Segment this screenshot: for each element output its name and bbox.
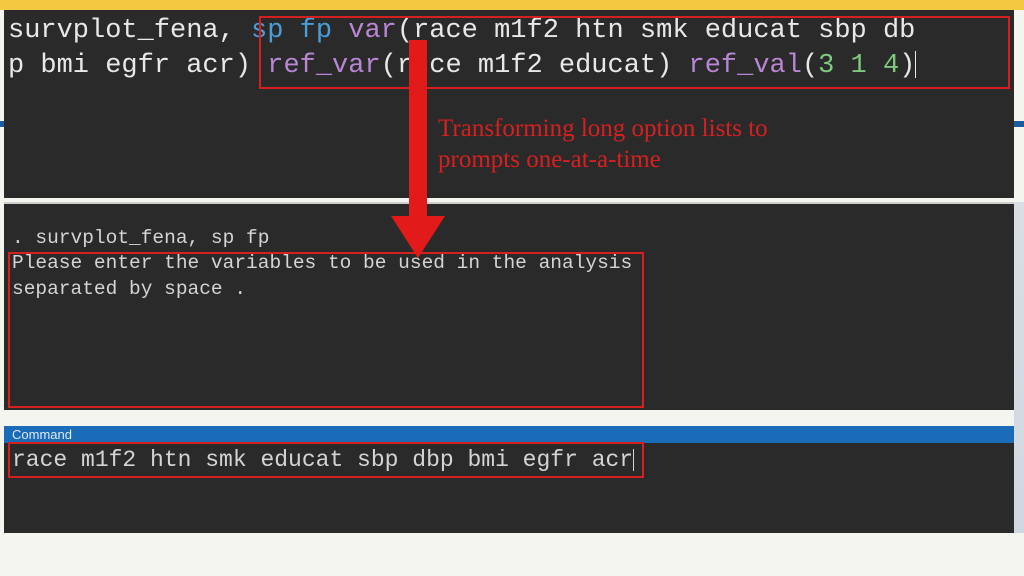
input-value: race m1f2 htn smk educat sbp dbp bmi egf… xyxy=(12,447,633,473)
refvar-close: ) xyxy=(656,51,672,81)
refval-open: ( xyxy=(802,51,818,81)
var-args-line2: p bmi egfr acr xyxy=(8,51,235,81)
code-line-1: survplot_fena, sp fp var(race m1f2 htn s… xyxy=(8,14,1010,49)
input-cursor-icon xyxy=(633,449,634,471)
slide-rule-right xyxy=(1014,121,1024,127)
message-line-2: separated by space . xyxy=(4,277,1014,302)
refval-close: ) xyxy=(899,51,915,81)
background-decoration xyxy=(1014,202,1024,533)
message-line-1: Please enter the variables to be used in… xyxy=(4,251,1014,276)
cursor-icon xyxy=(915,51,916,78)
command-name: survplot_fena, xyxy=(8,16,235,46)
code-line-2: p bmi egfr acr) ref_var(r ce m1f2 educat… xyxy=(8,49,1010,84)
command-input-text[interactable]: race m1f2 htn smk educat sbp dbp bmi egf… xyxy=(4,443,1014,477)
refval-args: 3 1 4 xyxy=(818,51,899,81)
arrow-down-icon xyxy=(391,40,445,258)
prompt-line: . survplot_fena, sp fp xyxy=(4,226,1014,251)
annotation-text: Transforming long option lists to prompt… xyxy=(438,113,768,176)
var-args-line1: race m1f2 htn smk educat sbp db xyxy=(413,16,915,46)
option-fp: fp xyxy=(300,16,332,46)
slide-top-accent xyxy=(0,0,1024,10)
output-panel: . survplot_fena, sp fp Please enter the … xyxy=(4,202,1014,410)
command-input-panel[interactable]: race m1f2 htn smk educat sbp dbp bmi egf… xyxy=(4,443,1014,533)
annotation-line2: prompts one-at-a-time xyxy=(438,144,768,175)
refvar-keyword: ref_var xyxy=(267,51,380,81)
refval-keyword: ref_val xyxy=(689,51,802,81)
code-panel-top: survplot_fena, sp fp var ( race m1f2 htn s… xyxy=(4,10,1014,198)
paren-close: ) xyxy=(235,51,251,81)
command-bar-label: Command xyxy=(4,426,1014,443)
var-keyword: var xyxy=(348,16,397,46)
option-sp: sp xyxy=(251,16,283,46)
annotation-line1: Transforming long option lists to xyxy=(438,113,768,144)
